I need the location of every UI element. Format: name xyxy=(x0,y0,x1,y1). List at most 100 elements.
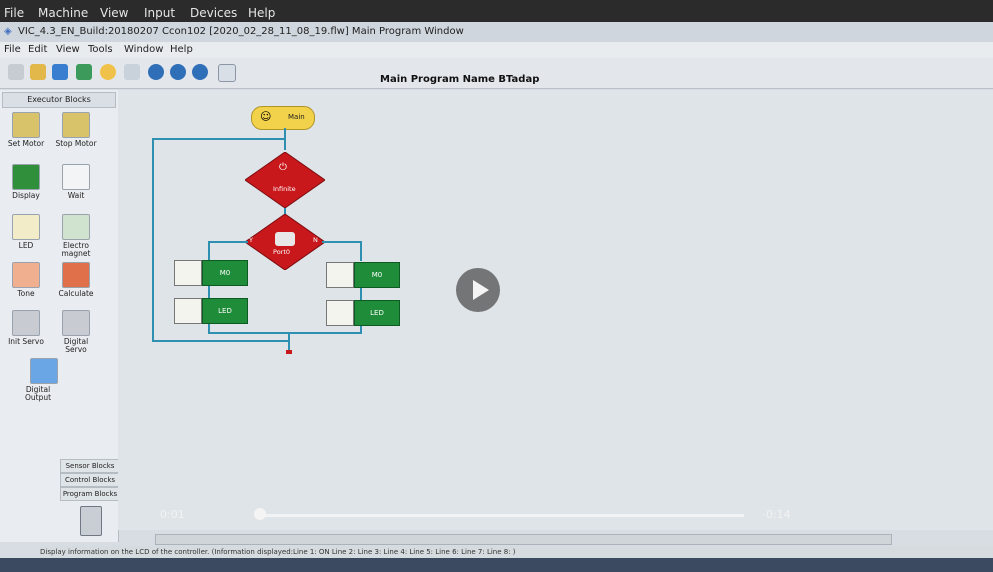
block-label: Tone xyxy=(17,289,35,298)
block-init-servo[interactable]: Init Servo xyxy=(2,310,50,358)
taskbar xyxy=(0,558,993,572)
video-progress-handle[interactable] xyxy=(254,508,266,520)
digital-output-icon xyxy=(30,358,58,384)
no-branch-line xyxy=(360,241,362,261)
right-led-block[interactable]: LED xyxy=(354,300,400,326)
host-menu-input[interactable]: Input xyxy=(144,6,175,20)
infinite-loop-node[interactable]: ⏻ Infinite xyxy=(244,151,326,209)
menu-view[interactable]: View xyxy=(56,44,80,55)
sensor-icon xyxy=(275,232,295,246)
run-icon[interactable] xyxy=(100,64,116,80)
save-icon[interactable] xyxy=(52,64,68,80)
block-label: Wait xyxy=(67,191,85,200)
right-motor-block[interactable]: M0 xyxy=(354,262,400,288)
host-menu-help[interactable]: Help xyxy=(248,6,275,20)
block-label: Display xyxy=(12,191,40,200)
block-label: Calculate xyxy=(58,289,94,298)
end-line xyxy=(288,332,290,352)
menu-edit[interactable]: Edit xyxy=(28,44,47,55)
led-icon[interactable] xyxy=(326,300,354,326)
main-start-node[interactable]: ☺ Main xyxy=(251,106,315,130)
trash-icon[interactable] xyxy=(80,506,102,536)
connector xyxy=(360,326,362,334)
servo-icon xyxy=(62,310,90,336)
zoom-fit-icon[interactable] xyxy=(192,64,208,80)
loop-bottom-line xyxy=(152,340,290,342)
yes-branch-line xyxy=(208,241,210,261)
menu-window[interactable]: Window xyxy=(124,44,163,55)
host-menu-view[interactable]: View xyxy=(100,6,128,20)
speaker-icon xyxy=(12,262,40,288)
zoom-out-icon[interactable] xyxy=(170,64,186,80)
tab-sensor-blocks[interactable]: Sensor Blocks xyxy=(60,459,120,473)
new-icon[interactable] xyxy=(8,64,24,80)
block-label: Digital Output xyxy=(24,385,52,402)
play-button[interactable] xyxy=(456,268,500,312)
led-icon xyxy=(12,214,40,240)
motor-icon xyxy=(12,112,40,138)
led-icon[interactable] xyxy=(174,298,202,324)
block-label: LED xyxy=(18,241,34,250)
horizontal-scrollbar[interactable] xyxy=(155,534,892,545)
open-icon[interactable] xyxy=(30,64,46,80)
servo-icon xyxy=(12,310,40,336)
electromagnet-icon xyxy=(62,214,90,240)
yes-label: Y xyxy=(249,236,253,244)
smiley-icon: ☺ xyxy=(260,110,272,123)
menu-tools[interactable]: Tools xyxy=(88,44,113,55)
host-menu-machine[interactable]: Machine xyxy=(38,6,88,20)
block-label: Electro magnet xyxy=(61,241,91,258)
download-icon[interactable] xyxy=(76,64,92,80)
host-menu-file[interactable]: File xyxy=(4,6,24,20)
app-menubar: File Edit View Tools Window Help xyxy=(0,42,993,58)
connector xyxy=(208,286,210,298)
calculator-icon xyxy=(62,262,90,288)
back-icon[interactable] xyxy=(124,64,140,80)
block-label: Init Servo xyxy=(8,337,44,346)
page-icon[interactable] xyxy=(218,64,236,82)
block-label: Stop Motor xyxy=(55,139,97,148)
infinite-label: Infinite xyxy=(273,185,296,193)
block-set-motor[interactable]: Set Motor xyxy=(2,112,50,160)
loop-left-line xyxy=(152,138,154,342)
block-led[interactable]: LED xyxy=(2,214,50,262)
tab-program-blocks[interactable]: Program Blocks xyxy=(60,487,120,501)
left-motor-block[interactable]: M0 xyxy=(202,260,248,286)
no-branch-line xyxy=(322,241,362,243)
power-icon: ⏻ xyxy=(279,162,287,173)
yes-branch-line xyxy=(208,241,248,243)
video-remaining: -0:14 xyxy=(762,508,791,521)
block-digital-servo[interactable]: Digital Servo xyxy=(52,310,100,358)
block-stop-motor[interactable]: Stop Motor xyxy=(52,112,100,160)
video-elapsed: 0:01 xyxy=(160,508,185,521)
zoom-in-icon[interactable] xyxy=(148,64,164,80)
block-palette: Executor Blocks Set Motor Stop Motor Dis… xyxy=(0,90,120,542)
host-menu-devices[interactable]: Devices xyxy=(190,6,237,20)
menu-file[interactable]: File xyxy=(4,44,21,55)
block-calculate[interactable]: Calculate xyxy=(52,262,100,310)
block-display[interactable]: Display xyxy=(2,164,50,212)
play-icon xyxy=(473,280,489,300)
menu-help[interactable]: Help xyxy=(170,44,193,55)
program-canvas[interactable]: ☺ Main ⏻ Infinite Port0 Y N M0 LED M0 LE… xyxy=(118,90,993,530)
left-led-block[interactable]: LED xyxy=(202,298,248,324)
block-digital-output[interactable]: Digital Output xyxy=(18,358,66,406)
program-name: Main Program Name BTadap xyxy=(380,74,540,85)
window-title: VIC_4.3_EN_Build:20180207 Ccon102 [2020_… xyxy=(18,26,464,37)
status-bar: Display information on the LCD of the co… xyxy=(40,546,993,558)
condition-label: Port0 xyxy=(273,248,291,256)
motor-icon[interactable] xyxy=(326,262,354,288)
block-wait[interactable]: Wait xyxy=(52,164,100,212)
toolbar: Main Program Name BTadap xyxy=(0,58,993,89)
tab-control-blocks[interactable]: Control Blocks xyxy=(60,473,120,487)
block-label: Set Motor xyxy=(7,139,45,148)
main-label: Main xyxy=(288,113,305,121)
block-electromagnet[interactable]: Electro magnet xyxy=(52,214,100,262)
video-progress-track[interactable] xyxy=(258,514,744,517)
block-tone[interactable]: Tone xyxy=(2,262,50,310)
condition-node[interactable]: Port0 Y N xyxy=(244,213,326,271)
merge-line xyxy=(208,332,362,334)
motor-icon[interactable] xyxy=(174,260,202,286)
hourglass-icon xyxy=(62,164,90,190)
block-label: Digital Servo xyxy=(63,337,89,354)
